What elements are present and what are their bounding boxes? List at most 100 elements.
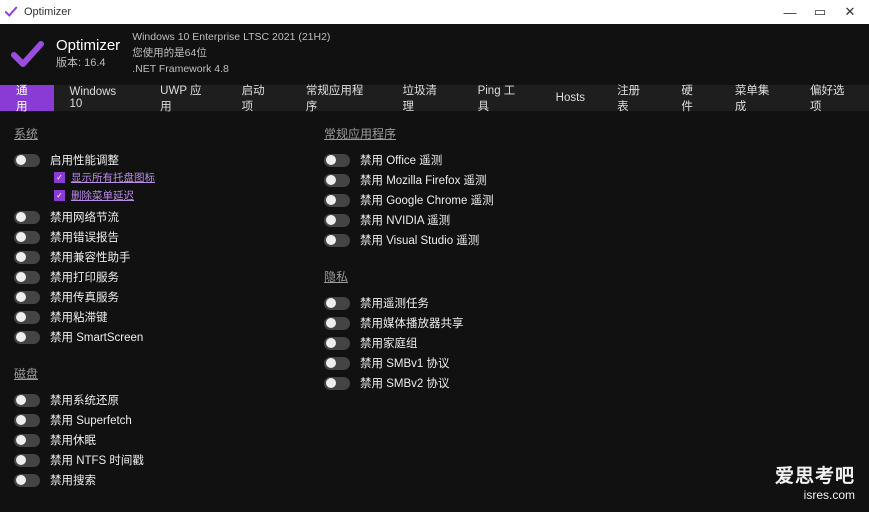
app-logo-icon <box>10 37 44 71</box>
option-label: 禁用 NVIDIA 遥测 <box>360 212 450 228</box>
toggle-system-7[interactable] <box>14 331 40 344</box>
option-apps-2: 禁用 Google Chrome 遥测 <box>324 190 624 210</box>
option-privacy-3: 禁用 SMBv1 协议 <box>324 353 624 373</box>
option-label: 禁用兼容性助手 <box>50 249 131 265</box>
toggle-privacy-1[interactable] <box>324 317 350 330</box>
window-title: Optimizer <box>24 6 71 18</box>
close-button[interactable]: ✕ <box>835 4 865 20</box>
option-apps-0: 禁用 Office 遥测 <box>324 150 624 170</box>
system-info: Windows 10 Enterprise LTSC 2021 (21H2) 您… <box>132 30 330 77</box>
section-apps-title: 常规应用程序 <box>324 125 624 142</box>
app-icon <box>4 5 18 19</box>
option-label: 禁用系统还原 <box>50 392 119 408</box>
option-disk-3: 禁用 NTFS 时间戳 <box>14 450 304 470</box>
toggle-disk-0[interactable] <box>14 394 40 407</box>
option-privacy-4: 禁用 SMBv2 协议 <box>324 373 624 393</box>
option-system-4: 禁用打印服务 <box>14 267 304 287</box>
option-label: 禁用 SMBv2 协议 <box>360 375 449 391</box>
tab-11[interactable]: 偏好选项 <box>794 85 869 111</box>
toggle-system-3[interactable] <box>14 251 40 264</box>
toggle-system-0[interactable] <box>14 154 40 167</box>
option-label: 禁用家庭组 <box>360 335 418 351</box>
option-label: 禁用 NTFS 时间戳 <box>50 452 144 468</box>
option-label: 禁用 SMBv1 协议 <box>360 355 449 371</box>
option-apps-3: 禁用 NVIDIA 遥测 <box>324 210 624 230</box>
option-label: 禁用 Office 遥测 <box>360 152 442 168</box>
tab-bar: 通用Windows 10UWP 应用启动项常规应用程序垃圾清理Ping 工具Ho… <box>0 85 869 111</box>
tab-10[interactable]: 菜单集成 <box>719 85 794 111</box>
section-privacy-title: 隐私 <box>324 268 624 285</box>
option-disk-4: 禁用搜索 <box>14 470 304 490</box>
checkbox-icon[interactable]: ✓ <box>54 190 65 201</box>
tab-3[interactable]: 启动项 <box>226 85 290 111</box>
window-titlebar: Optimizer — ▭ ✕ <box>0 0 869 24</box>
option-label: 禁用 Mozilla Firefox 遥测 <box>360 172 487 188</box>
toggle-apps-3[interactable] <box>324 214 350 227</box>
option-label: 禁用传真服务 <box>50 289 119 305</box>
option-apps-4: 禁用 Visual Studio 遥测 <box>324 230 624 250</box>
tab-0[interactable]: 通用 <box>0 85 54 111</box>
option-label: 禁用粘滞键 <box>50 309 108 325</box>
tab-8[interactable]: 注册表 <box>601 85 665 111</box>
tab-6[interactable]: Ping 工具 <box>462 85 540 111</box>
toggle-privacy-4[interactable] <box>324 377 350 390</box>
toggle-system-4[interactable] <box>14 271 40 284</box>
maximize-button[interactable]: ▭ <box>805 4 835 20</box>
toggle-privacy-0[interactable] <box>324 297 350 310</box>
toggle-system-2[interactable] <box>14 231 40 244</box>
option-label: 禁用错误报告 <box>50 229 119 245</box>
option-label: 禁用媒体播放器共享 <box>360 315 464 331</box>
subopt-system-0-1[interactable]: ✓ 删除菜单延迟 <box>54 188 304 203</box>
option-label: 禁用 SmartScreen <box>50 329 143 345</box>
option-privacy-0: 禁用遥测任务 <box>324 293 624 313</box>
content-area: 系统 启用性能调整✓显示所有托盘图标✓删除菜单延迟禁用网络节流禁用错误报告禁用兼… <box>0 111 869 512</box>
section-disk-title: 磁盘 <box>14 365 304 382</box>
option-disk-1: 禁用 Superfetch <box>14 410 304 430</box>
option-label: 禁用遥测任务 <box>360 295 429 311</box>
checkbox-icon[interactable]: ✓ <box>54 172 65 183</box>
option-system-7: 禁用 SmartScreen <box>14 327 304 347</box>
toggle-system-6[interactable] <box>14 311 40 324</box>
subopt-label: 删除菜单延迟 <box>71 188 134 203</box>
app-header: Optimizer 版本: 16.4 Windows 10 Enterprise… <box>0 24 869 85</box>
toggle-system-1[interactable] <box>14 211 40 224</box>
minimize-button[interactable]: — <box>775 5 805 20</box>
toggle-system-5[interactable] <box>14 291 40 304</box>
option-label: 禁用打印服务 <box>50 269 119 285</box>
tab-4[interactable]: 常规应用程序 <box>290 85 387 111</box>
toggle-privacy-3[interactable] <box>324 357 350 370</box>
app-name: Optimizer <box>56 37 120 54</box>
toggle-apps-4[interactable] <box>324 234 350 247</box>
watermark: 爱思考吧 isres.com <box>775 461 855 502</box>
option-label: 禁用休眠 <box>50 432 96 448</box>
option-label: 启用性能调整 <box>50 152 119 168</box>
toggle-apps-0[interactable] <box>324 154 350 167</box>
toggle-apps-1[interactable] <box>324 174 350 187</box>
tab-9[interactable]: 硬件 <box>665 85 719 111</box>
toggle-disk-1[interactable] <box>14 414 40 427</box>
option-privacy-2: 禁用家庭组 <box>324 333 624 353</box>
tab-2[interactable]: UWP 应用 <box>144 85 225 111</box>
toggle-disk-3[interactable] <box>14 454 40 467</box>
subopt-label: 显示所有托盘图标 <box>71 170 155 185</box>
option-disk-2: 禁用休眠 <box>14 430 304 450</box>
option-system-1: 禁用网络节流 <box>14 207 304 227</box>
tab-5[interactable]: 垃圾清理 <box>387 85 462 111</box>
toggle-disk-4[interactable] <box>14 474 40 487</box>
tab-1[interactable]: Windows 10 <box>54 85 145 111</box>
app-version: 版本: 16.4 <box>56 54 120 70</box>
option-apps-1: 禁用 Mozilla Firefox 遥测 <box>324 170 624 190</box>
option-label: 禁用 Superfetch <box>50 412 132 428</box>
subopt-system-0-0[interactable]: ✓ 显示所有托盘图标 <box>54 170 304 185</box>
option-system-5: 禁用传真服务 <box>14 287 304 307</box>
option-system-0: 启用性能调整 <box>14 150 304 170</box>
option-label: 禁用 Google Chrome 遥测 <box>360 192 494 208</box>
option-system-6: 禁用粘滞键 <box>14 307 304 327</box>
option-label: 禁用搜索 <box>50 472 96 488</box>
option-label: 禁用网络节流 <box>50 209 119 225</box>
toggle-apps-2[interactable] <box>324 194 350 207</box>
tab-7[interactable]: Hosts <box>540 85 601 111</box>
option-system-2: 禁用错误报告 <box>14 227 304 247</box>
toggle-privacy-2[interactable] <box>324 337 350 350</box>
toggle-disk-2[interactable] <box>14 434 40 447</box>
